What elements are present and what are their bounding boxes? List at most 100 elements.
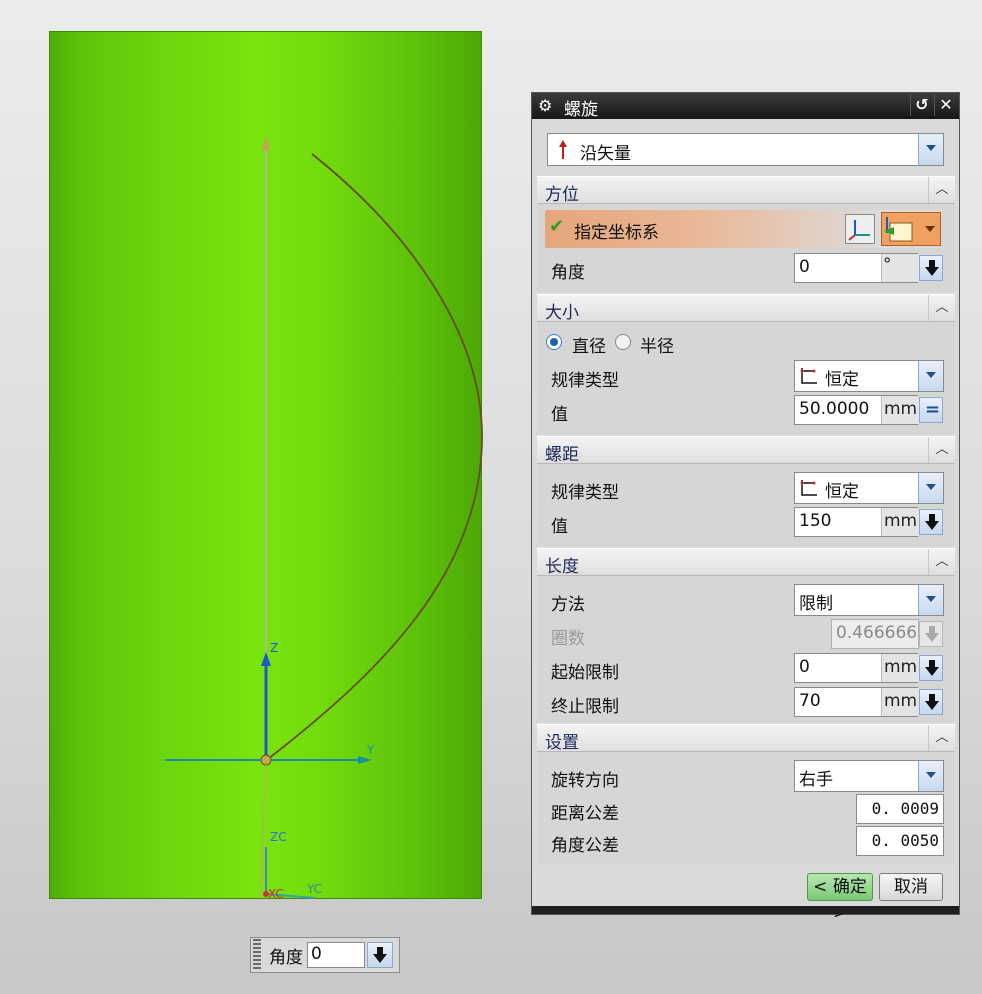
size-law-type-value: 恒定 <box>825 370 859 390</box>
down-arrow-icon <box>925 660 939 676</box>
cancel-button[interactable]: 取消 <box>879 873 943 901</box>
section-orientation-header[interactable]: 方位 ︿ <box>537 176 955 205</box>
csys-dropdown-arrow-icon[interactable] <box>925 226 935 232</box>
checkmark-icon: ✔ <box>549 216 565 237</box>
section-orientation-body: ✔ 指定坐标系 角度 0 ° <box>537 204 955 292</box>
arrow-up-icon <box>559 140 567 159</box>
angle-screen-input[interactable]: 角度 0 <box>250 937 400 973</box>
end-limit-options-button[interactable] <box>919 689 943 715</box>
dialog-bottom-bar <box>532 906 959 914</box>
size-value-label: 值 <box>551 405 568 425</box>
section-size-header[interactable]: 大小 ︿ <box>537 294 955 323</box>
chevron-down-icon[interactable] <box>918 585 943 615</box>
ok-button[interactable]: < 确定 > <box>807 873 873 923</box>
pitch-law-type-label: 规律类型 <box>551 483 619 503</box>
chevron-down-icon[interactable] <box>918 761 943 791</box>
angle-input[interactable]: 0 ° <box>794 253 919 283</box>
chevron-down-icon[interactable] <box>918 361 943 391</box>
section-orientation-title: 方位 <box>545 185 579 205</box>
viewport-canvas <box>165 136 483 900</box>
csys-inferred-button[interactable] <box>881 212 941 246</box>
pitch-options-button[interactable] <box>919 509 943 535</box>
start-limit-value: 0 <box>799 657 810 677</box>
collapse-chevron-icon[interactable]: ︿ <box>928 725 955 751</box>
radio-diameter[interactable] <box>546 334 562 350</box>
down-arrow-icon <box>373 947 387 963</box>
angle-label: 角度 <box>551 263 585 283</box>
yc-axis-label: YC <box>307 882 323 896</box>
size-value: 50.0000 <box>799 399 870 419</box>
reset-icon[interactable]: ↺ <box>910 94 933 116</box>
angle-float-dropdown-button[interactable] <box>367 942 393 968</box>
distance-tolerance-label: 距离公差 <box>551 804 619 824</box>
down-arrow-icon <box>925 514 939 530</box>
direction-combo[interactable]: 右手 <box>794 760 944 792</box>
radio-radius[interactable] <box>615 334 631 350</box>
section-pitch-title: 螺距 <box>545 445 579 465</box>
start-limit-input[interactable]: 0 mm <box>794 653 919 683</box>
section-size-title: 大小 <box>545 303 579 323</box>
angle-options-button[interactable] <box>919 255 943 281</box>
turns-input: 0.466666 <box>831 619 919 649</box>
pitch-law-type-combo[interactable]: 恒定 <box>794 472 944 504</box>
collapse-chevron-icon[interactable]: ︿ <box>928 437 955 463</box>
graphics-viewport[interactable]: Z Y ZC XC YC <box>49 31 483 901</box>
down-arrow-icon <box>925 260 939 276</box>
start-limit-options-button[interactable] <box>919 655 943 681</box>
collapse-chevron-icon[interactable]: ︿ <box>928 295 955 321</box>
size-formula-button[interactable]: = <box>919 397 943 423</box>
dialog-title: 螺旋 <box>564 100 598 120</box>
y-axis-head <box>358 756 372 764</box>
chevron-down-icon[interactable] <box>918 134 943 165</box>
start-limit-unit: mm <box>884 657 918 677</box>
section-pitch-header[interactable]: 螺距 ︿ <box>537 436 955 465</box>
origin-point[interactable] <box>260 754 272 766</box>
pitch-value-input[interactable]: 150 mm <box>794 507 919 537</box>
size-value-input[interactable]: 50.0000 mm <box>794 395 919 425</box>
section-pitch-body: 规律类型 恒定 值 150 mm <box>537 464 955 546</box>
pitch-law-type-value: 恒定 <box>825 482 859 502</box>
angle-unit: ° <box>883 255 892 275</box>
zc-axis-label: ZC <box>270 830 287 844</box>
law-constant-icon <box>800 368 817 384</box>
turns-options-button <box>919 621 943 647</box>
radio-dot <box>550 338 558 346</box>
csys-dialog-button[interactable] <box>845 214 875 244</box>
method-combo[interactable]: 限制 <box>794 584 944 616</box>
section-settings-title: 设置 <box>545 733 579 753</box>
angle-tolerance-label: 角度公差 <box>551 836 619 856</box>
vector-arrow-head <box>262 136 270 150</box>
helix-type-combo[interactable]: 沿矢量 <box>547 133 944 166</box>
specify-csys-label: 指定坐标系 <box>574 223 659 243</box>
helix-type-value: 沿矢量 <box>580 144 631 164</box>
radio-diameter-label: 直径 <box>572 337 606 357</box>
pitch-unit: mm <box>884 511 918 531</box>
section-length-header[interactable]: 长度 ︿ <box>537 548 955 577</box>
angle-float-input[interactable]: 0 <box>307 942 365 968</box>
gear-icon[interactable]: ⚙ <box>538 96 552 115</box>
close-icon[interactable]: ✕ <box>934 94 957 116</box>
collapse-chevron-icon[interactable]: ︿ <box>928 177 955 203</box>
collapse-chevron-icon[interactable]: ︿ <box>928 549 955 575</box>
specify-csys-row[interactable]: ✔ 指定坐标系 <box>545 210 941 248</box>
end-limit-input[interactable]: 70 mm <box>794 687 919 717</box>
csys-inferred-icon <box>884 217 913 242</box>
section-settings-header[interactable]: 设置 ︿ <box>537 724 955 753</box>
angle-tolerance-input[interactable]: 0. 0050 <box>856 826 944 856</box>
size-law-type-combo[interactable]: 恒定 <box>794 360 944 392</box>
section-settings-body: 旋转方向 右手 距离公差 0. 0009 角度公差 0. 0050 <box>537 752 955 864</box>
turns-value: 0.466666 <box>836 623 918 643</box>
chevron-down-icon[interactable] <box>918 473 943 503</box>
z-axis-label: Z <box>270 641 279 655</box>
drag-grip-handle[interactable] <box>253 939 261 971</box>
angle-value: 0 <box>799 257 810 277</box>
down-arrow-icon <box>925 626 939 642</box>
dialog-title-bar[interactable]: ⚙ 螺旋 ↺ ✕ <box>532 93 959 120</box>
down-arrow-icon <box>925 694 939 710</box>
law-constant-icon <box>800 480 817 496</box>
helix-curve[interactable] <box>267 153 483 760</box>
equals-icon: = <box>925 399 941 420</box>
turns-label: 圈数 <box>551 629 585 649</box>
distance-tolerance-input[interactable]: 0. 0009 <box>856 794 944 824</box>
pitch-value: 150 <box>799 511 832 531</box>
